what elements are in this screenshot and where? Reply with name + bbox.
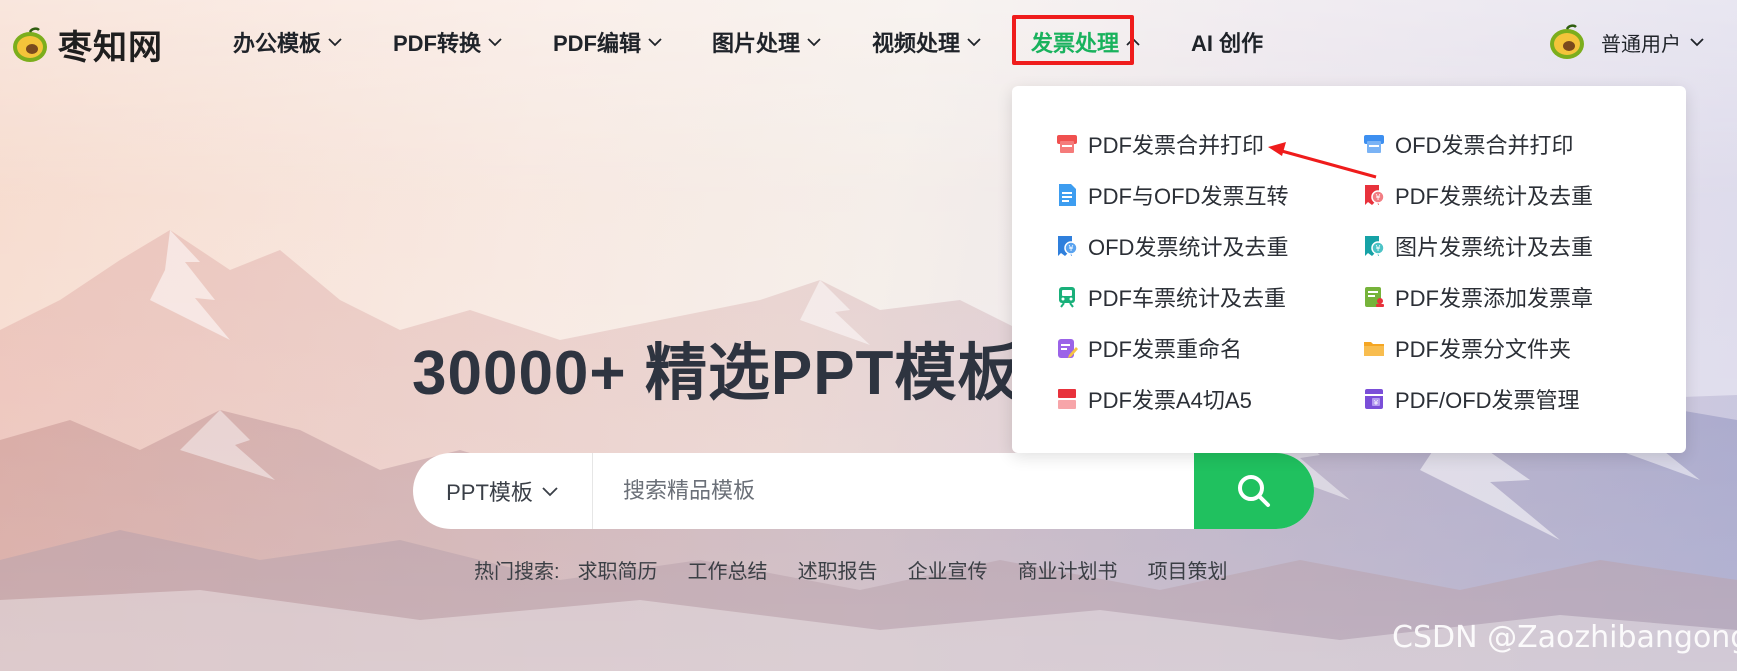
image-dedupe-icon: ¥ [1365, 236, 1385, 256]
nav-item-video-processing[interactable]: 视频处理 [872, 26, 982, 58]
nav-item-pdf-edit[interactable]: PDF编辑 [553, 26, 663, 58]
menu-item-label: PDF发票A4切A5 [1088, 388, 1252, 413]
menu-item-a4-to-a5[interactable]: PDF发票A4切A5 [1056, 383, 1252, 415]
svg-text:¥: ¥ [1068, 244, 1073, 253]
a4-cut-icon [1058, 389, 1076, 409]
nav-item-ai-create[interactable]: AI 创作 [1191, 26, 1263, 58]
chevron-down-icon [648, 38, 662, 47]
brand-name: 枣知网 [58, 28, 163, 68]
menu-item-label: PDF发票统计及去重 [1395, 184, 1594, 209]
menu-item-ofd-dedupe[interactable]: ¥ OFD发票统计及去重 [1056, 230, 1288, 262]
ofd-dedupe-icon: ¥ [1058, 236, 1078, 256]
pdf-dedupe-icon: ¥ [1365, 185, 1385, 205]
rename-icon [1058, 339, 1078, 358]
chevron-down-icon [967, 38, 981, 47]
chevron-down-icon [1690, 38, 1704, 47]
search-button[interactable] [1194, 453, 1314, 529]
hero-title: 30000+ 精选PPT模板 [412, 339, 1021, 408]
menu-item-label: PDF车票统计及去重 [1088, 286, 1287, 311]
svg-text:¥: ¥ [1374, 399, 1379, 407]
nav-item-label: PDF转换 [393, 31, 482, 56]
nav-item-pdf-convert[interactable]: PDF转换 [393, 26, 503, 58]
chevron-down-icon [488, 38, 502, 47]
menu-item-image-invoice-dedupe[interactable]: ¥ 图片发票统计及去重 [1363, 230, 1593, 262]
menu-item-label: 图片发票统计及去重 [1395, 235, 1594, 260]
hot-search-link[interactable]: 商业计划书 [1018, 555, 1118, 584]
folder-icon [1364, 342, 1384, 356]
search-bar: PPT模板 [413, 453, 1314, 529]
menu-item-label: PDF发票合并打印 [1088, 133, 1265, 158]
menu-item-ofd-invoice-merge-print[interactable]: OFD发票合并打印 [1363, 128, 1573, 160]
invoice-print-icon [1057, 135, 1077, 153]
nav-item-label: 办公模板 [233, 31, 322, 56]
nav-item-office-templates[interactable]: 办公模板 [233, 26, 343, 58]
menu-item-label: PDF发票添加发票章 [1395, 286, 1594, 311]
train-ticket-icon [1059, 287, 1075, 308]
menu-item-invoice-management[interactable]: ¥ PDF/OFD发票管理 [1363, 383, 1580, 415]
user-label: 普通用户 [1601, 33, 1681, 56]
menu-item-pdf-ofd-convert[interactable]: PDF与OFD发票互转 [1056, 179, 1288, 211]
nav-item-label: 视频处理 [872, 31, 961, 56]
menu-item-pdf-invoice-merge-print[interactable]: PDF发票合并打印 [1056, 128, 1264, 160]
menu-item-add-stamp[interactable]: PDF发票添加发票章 [1363, 281, 1593, 313]
avatar [1550, 24, 1584, 59]
search-input[interactable] [593, 453, 1194, 529]
menu-item-split-folders[interactable]: PDF发票分文件夹 [1363, 332, 1571, 364]
nav-item-label: 图片处理 [712, 31, 801, 56]
nav-item-image-processing[interactable]: 图片处理 [712, 26, 822, 58]
menu-item-label: PDF与OFD发票互转 [1088, 184, 1289, 209]
menu-item-invoice-rename[interactable]: PDF发票重命名 [1056, 332, 1242, 364]
hot-search-link[interactable]: 工作总结 [688, 555, 768, 584]
watermark: CSDN @Zaozhibangong [1392, 620, 1737, 655]
hot-search-link[interactable]: 求职简历 [578, 555, 658, 584]
manage-icon: ¥ [1365, 389, 1383, 409]
search-icon [1238, 475, 1270, 507]
search-category-label: PPT模板 [446, 480, 533, 505]
invoice-convert-icon [1059, 184, 1076, 206]
search-category-select[interactable]: PPT模板 [413, 453, 593, 529]
menu-item-label: PDF/OFD发票管理 [1395, 388, 1580, 413]
hot-search-link[interactable]: 述职报告 [798, 555, 878, 584]
page: 枣知网 办公模板 PDF转换 PDF编辑 图片处理 视频处理 发票处理 AI 创… [0, 0, 1737, 671]
menu-item-label: OFD发票统计及去重 [1088, 235, 1289, 260]
hot-searches: 热门搜索: 求职简历 工作总结 述职报告 企业宣传 商业计划书 项目策划 [474, 555, 1228, 584]
nav-item-label: AI 创作 [1191, 31, 1264, 56]
chevron-down-icon [807, 38, 821, 47]
ofd-print-icon [1364, 135, 1384, 153]
hot-search-link[interactable]: 项目策划 [1148, 555, 1228, 584]
hot-search-label: 热门搜索: [474, 561, 560, 583]
jujube-logo-icon [13, 26, 47, 62]
svg-text:¥: ¥ [1375, 244, 1380, 253]
nav-item-label: PDF编辑 [553, 31, 642, 56]
invoice-dropdown-menu: PDF发票合并打印 PDF与OFD发票互转 ¥ OFD发票统计及去重 PDF车票… [1012, 86, 1686, 453]
chevron-down-icon [542, 486, 558, 496]
top-navbar: 枣知网 办公模板 PDF转换 PDF编辑 图片处理 视频处理 发票处理 AI 创… [0, 0, 1737, 86]
chevron-down-icon [328, 38, 342, 47]
stamp-icon [1365, 287, 1384, 307]
hot-search-link[interactable]: 企业宣传 [908, 555, 988, 584]
user-menu[interactable]: 普通用户 [1547, 22, 1705, 62]
svg-text:¥: ¥ [1375, 193, 1380, 202]
menu-item-label: PDF发票重命名 [1088, 337, 1243, 362]
menu-item-train-ticket-dedupe[interactable]: PDF车票统计及去重 [1056, 281, 1286, 313]
menu-item-label: OFD发票合并打印 [1395, 133, 1574, 158]
menu-item-label: PDF发票分文件夹 [1395, 337, 1572, 362]
highlight-box [1012, 15, 1134, 65]
menu-item-pdf-dedupe[interactable]: ¥ PDF发票统计及去重 [1363, 179, 1593, 211]
brand-logo[interactable]: 枣知网 [10, 20, 163, 69]
